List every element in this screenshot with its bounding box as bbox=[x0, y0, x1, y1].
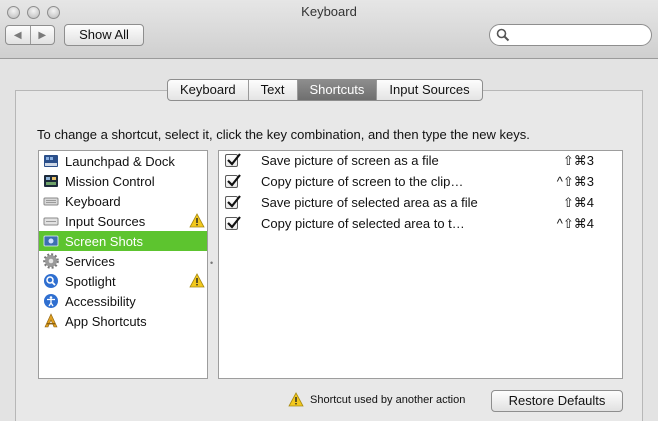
restore-defaults-button[interactable]: Restore Defaults bbox=[491, 390, 623, 412]
category-launchpad-dock[interactable]: Launchpad & Dock bbox=[39, 151, 207, 171]
shortcut-checkbox[interactable] bbox=[225, 216, 241, 230]
shortcut-list[interactable]: Save picture of screen as a file ⇧⌘3 Cop… bbox=[218, 150, 623, 379]
screen-shots-icon bbox=[43, 233, 59, 249]
shortcut-checkbox[interactable] bbox=[225, 153, 241, 167]
tab-bar: Keyboard Text Shortcuts Input Sources bbox=[167, 79, 483, 101]
shortcut-row[interactable]: Save picture of selected area as a file … bbox=[219, 193, 622, 214]
splitter-grip-icon: • bbox=[210, 258, 214, 268]
category-label: App Shortcuts bbox=[65, 313, 147, 329]
search-field[interactable] bbox=[489, 24, 652, 46]
shortcut-keys[interactable]: ⇧⌘4 bbox=[563, 195, 594, 211]
shortcut-row[interactable]: Save picture of screen as a file ⇧⌘3 bbox=[219, 151, 622, 172]
checkmark-icon bbox=[227, 195, 241, 208]
warning-icon bbox=[189, 213, 205, 228]
shortcut-keys[interactable]: ^⇧⌘4 bbox=[557, 216, 594, 232]
category-app-shortcuts[interactable]: App Shortcuts bbox=[39, 311, 207, 331]
category-label: Input Sources bbox=[65, 213, 146, 229]
back-button[interactable]: ◀ bbox=[6, 26, 30, 44]
accessibility-icon bbox=[43, 293, 59, 309]
shortcut-label: Copy picture of screen to the clip… bbox=[261, 174, 464, 189]
category-label: Accessibility bbox=[65, 293, 136, 309]
mission-control-icon bbox=[43, 173, 59, 189]
category-label: Launchpad & Dock bbox=[65, 153, 175, 169]
forward-button[interactable]: ▶ bbox=[29, 26, 55, 44]
spotlight-icon bbox=[43, 273, 59, 289]
conflict-legend: Shortcut used by another action bbox=[288, 392, 465, 408]
launchpad-dock-icon bbox=[43, 153, 59, 169]
category-label: Keyboard bbox=[65, 193, 121, 209]
category-keyboard[interactable]: Keyboard bbox=[39, 191, 207, 211]
app-shortcuts-icon bbox=[43, 313, 59, 329]
category-accessibility[interactable]: Accessibility bbox=[39, 291, 207, 311]
shortcut-keys[interactable]: ^⇧⌘3 bbox=[557, 174, 594, 190]
category-screen-shots[interactable]: Screen Shots bbox=[39, 231, 207, 251]
shortcut-checkbox[interactable] bbox=[225, 174, 241, 188]
shortcut-label: Save picture of screen as a file bbox=[261, 153, 439, 168]
tab-input-sources[interactable]: Input Sources bbox=[377, 80, 481, 100]
category-label: Mission Control bbox=[65, 173, 155, 189]
shortcut-checkbox[interactable] bbox=[225, 195, 241, 209]
warning-icon bbox=[288, 392, 304, 407]
legend-text: Shortcut used by another action bbox=[310, 394, 466, 406]
checkmark-icon bbox=[227, 216, 241, 229]
tab-shortcuts[interactable]: Shortcuts bbox=[297, 80, 378, 100]
category-spotlight[interactable]: Spotlight bbox=[39, 271, 207, 291]
search-icon bbox=[496, 28, 510, 42]
shortcut-keys[interactable]: ⇧⌘3 bbox=[563, 153, 594, 169]
title-bar: Keyboard ◀ ▶ Show All bbox=[0, 0, 658, 59]
warning-icon bbox=[189, 273, 205, 288]
shortcut-label: Save picture of selected area as a file bbox=[261, 195, 478, 210]
category-input-sources[interactable]: Input Sources bbox=[39, 211, 207, 231]
shortcut-row[interactable]: Copy picture of screen to the clip… ^⇧⌘3 bbox=[219, 172, 622, 193]
nav-back-forward: ◀ ▶ bbox=[5, 25, 55, 45]
keyboard-icon bbox=[43, 193, 59, 209]
tab-text[interactable]: Text bbox=[249, 80, 298, 100]
category-mission-control[interactable]: Mission Control bbox=[39, 171, 207, 191]
split-view-handle[interactable]: • bbox=[208, 150, 218, 379]
category-label: Services bbox=[65, 253, 115, 269]
shortcut-label: Copy picture of selected area to t… bbox=[261, 216, 465, 231]
category-list[interactable]: Launchpad & Dock Mission Control Keyboar… bbox=[38, 150, 208, 379]
checkmark-icon bbox=[227, 153, 241, 166]
category-services[interactable]: Services bbox=[39, 251, 207, 271]
checkmark-icon bbox=[227, 174, 241, 187]
category-label: Spotlight bbox=[65, 273, 116, 289]
window-title: Keyboard bbox=[301, 4, 357, 19]
services-gear-icon bbox=[43, 253, 59, 269]
instructions-text: To change a shortcut, select it, click t… bbox=[37, 127, 530, 142]
shortcut-row[interactable]: Copy picture of selected area to t… ^⇧⌘4 bbox=[219, 214, 622, 235]
input-sources-icon bbox=[43, 213, 59, 229]
category-label: Screen Shots bbox=[65, 233, 144, 249]
show-all-button[interactable]: Show All bbox=[64, 24, 144, 46]
tab-keyboard[interactable]: Keyboard bbox=[168, 80, 249, 100]
